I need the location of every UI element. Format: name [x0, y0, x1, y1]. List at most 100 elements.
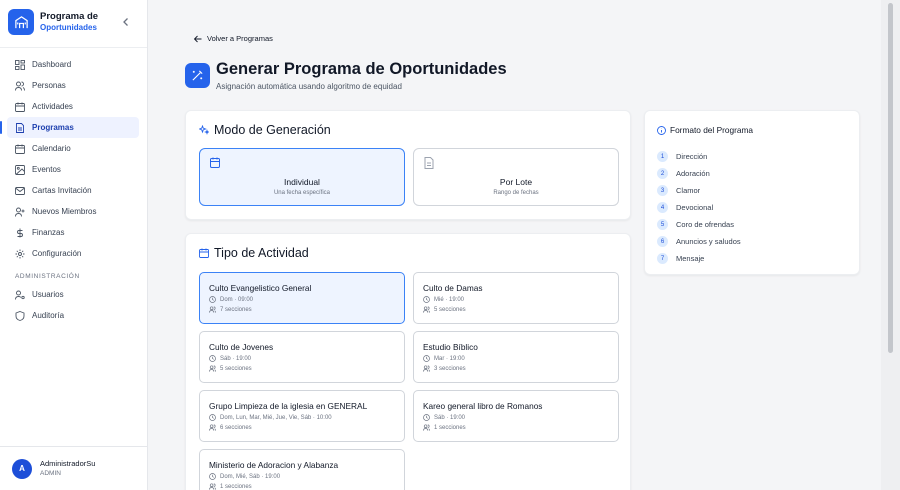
activity-card[interactable]: Kareo general libro de Romanos Sáb · 19:…	[413, 390, 619, 442]
activity-card[interactable]: Culto de Damas Mié · 19:00 5 secciones	[413, 272, 619, 324]
clock-icon	[423, 414, 430, 421]
sidebar-item-nuevos-miembros[interactable]: Nuevos Miembros	[7, 201, 139, 222]
activity-name: Culto de Damas	[423, 283, 483, 293]
sidebar-item-calendario[interactable]: Calendario	[7, 138, 139, 159]
users-icon	[209, 483, 216, 490]
back-link[interactable]: Volver a Programas	[194, 34, 273, 43]
activity-sections: 1 secciones	[220, 483, 252, 490]
program-format-heading: Formato del Programa	[657, 125, 753, 135]
avatar: A	[12, 458, 32, 479]
sidebar-item-label: Nuevos Miembros	[32, 207, 97, 216]
users-icon	[209, 306, 216, 313]
scrollbar-thumb[interactable]	[888, 3, 893, 353]
mode-subtitle: Rango de fechas	[493, 190, 539, 196]
mode-option-por-lote[interactable]: Por Lote Rango de fechas	[413, 148, 619, 206]
sidebar-item-auditoria[interactable]: Auditoría	[7, 305, 139, 326]
activity-schedule: Sáb · 19:00	[220, 355, 252, 362]
activity-card[interactable]: Culto de Jovenes Sáb · 19:00 5 secciones	[199, 331, 405, 383]
mode-option-individual[interactable]: Individual Una fecha específica	[199, 148, 405, 206]
activity-schedule: Mar · 19:00	[434, 355, 465, 362]
activity-sections: 5 secciones	[220, 365, 252, 372]
brand-subtitle: Oportunidades	[40, 23, 97, 32]
user-cog-icon	[15, 290, 25, 300]
clock-icon	[209, 414, 216, 421]
calendar-icon	[199, 248, 209, 258]
mail-icon	[15, 186, 25, 195]
sidebar-item-configuracion[interactable]: Configuración	[7, 243, 139, 264]
mode-title: Individual	[284, 177, 320, 187]
activity-sections: 5 secciones	[434, 306, 466, 313]
calendar-icon	[15, 144, 25, 154]
mode-subtitle: Una fecha específica	[273, 190, 331, 196]
list-item: 5 Coro de ofrendas	[657, 216, 741, 233]
sidebar-nav: Dashboard Personas Actividades Programas…	[0, 54, 147, 326]
activity-sections: 3 secciones	[434, 365, 466, 372]
scrollbar[interactable]	[881, 0, 900, 490]
sidebar-item-label: Calendario	[32, 144, 71, 153]
users-icon	[209, 365, 216, 372]
sidebar-item-cartas[interactable]: Cartas Invitación	[7, 180, 139, 201]
sidebar-item-eventos[interactable]: Eventos	[7, 159, 139, 180]
sidebar-item-actividades[interactable]: Actividades	[7, 96, 139, 117]
sidebar-item-label: Programas	[32, 123, 74, 132]
back-label: Volver a Programas	[207, 34, 273, 43]
activity-name: Culto de Jovenes	[209, 342, 274, 352]
sidebar-item-usuarios[interactable]: Usuarios	[7, 284, 139, 305]
activity-type-panel: Tipo de Actividad Culto Evangelistico Ge…	[185, 233, 631, 490]
users-icon	[423, 365, 430, 372]
info-icon	[657, 125, 666, 135]
clock-icon	[209, 355, 216, 362]
clock-icon	[423, 355, 430, 362]
users-icon	[423, 306, 430, 313]
sidebar-item-personas[interactable]: Personas	[7, 75, 139, 96]
activity-card[interactable]: Estudio Bíblico Mar · 19:00 3 secciones	[413, 331, 619, 383]
users-icon	[423, 424, 430, 431]
shield-icon	[15, 310, 25, 321]
calendar-icon	[210, 157, 220, 168]
activity-name: Grupo Limpieza de la iglesia en GENERAL	[209, 401, 368, 411]
activity-name: Culto Evangelistico General	[209, 283, 312, 293]
dollar-icon	[17, 228, 23, 237]
sidebar-item-label: Actividades	[32, 102, 73, 111]
activity-schedule: Dom · 09:00	[220, 296, 254, 303]
document-icon	[424, 157, 434, 169]
sidebar-item-label: Dashboard	[32, 60, 72, 69]
activity-card[interactable]: Ministerio de Adoracion y Alabanza Dom, …	[199, 449, 405, 490]
list-item: 6 Anuncios y saludos	[657, 233, 741, 250]
main-content: Volver a Programas Generar Programa de O…	[149, 0, 881, 490]
users-icon	[209, 424, 216, 431]
activity-name: Kareo general libro de Romanos	[423, 401, 543, 411]
list-item: 3 Clamor	[657, 182, 741, 199]
activity-card[interactable]: Culto Evangelistico General Dom · 09:00 …	[199, 272, 405, 324]
activity-card[interactable]: Grupo Limpieza de la iglesia en GENERAL …	[199, 390, 405, 442]
activity-name: Estudio Bíblico	[423, 342, 478, 352]
program-format-panel: Formato del Programa 1 Dirección 2 Adoraci…	[644, 110, 860, 275]
format-list: 1 Dirección 2 Adoración 3 Clamor 4 Devociona…	[657, 148, 741, 267]
image-icon	[15, 164, 25, 175]
activity-schedule: Dom, Mié, Sáb · 19:00	[220, 473, 281, 480]
grid-icon	[15, 59, 25, 70]
activity-type-heading: Tipo de Actividad	[199, 246, 309, 260]
brand-title: Programa de	[40, 11, 99, 22]
sidebar-item-dashboard[interactable]: Dashboard	[7, 54, 139, 75]
chevron-left-icon[interactable]	[121, 16, 131, 28]
sidebar-item-programas[interactable]: Programas	[0, 117, 139, 138]
clock-icon	[209, 473, 216, 480]
list-item: 4 Devocional	[657, 199, 741, 216]
page-title: Generar Programa de Oportunidades	[216, 60, 507, 78]
activity-schedule: Dom, Lun, Mar, Mié, Jue, Vie, Sáb · 10:0…	[220, 414, 332, 421]
sidebar-item-finanzas[interactable]: Finanzas	[7, 222, 139, 243]
user-name: AdministradorSu	[40, 458, 96, 468]
activity-sections: 1 secciones	[434, 424, 466, 431]
clock-icon	[209, 296, 216, 303]
user-profile[interactable]: A AdministradorSu ADMIN	[0, 446, 148, 490]
activity-sections: 7 secciones	[220, 306, 252, 313]
activity-schedule: Sáb · 19:00	[434, 414, 466, 421]
activity-schedule: Mié · 19:00	[434, 296, 465, 303]
sidebar-item-label: Cartas Invitación	[32, 186, 92, 195]
page-subtitle: Asignación automática usando algoritmo d…	[216, 82, 402, 91]
arrow-left-icon	[194, 35, 202, 42]
sidebar-item-label: Usuarios	[32, 290, 64, 299]
admin-section-label: ADMINISTRACIÓN	[15, 273, 80, 280]
generation-mode-heading: Modo de Generación	[199, 123, 331, 137]
